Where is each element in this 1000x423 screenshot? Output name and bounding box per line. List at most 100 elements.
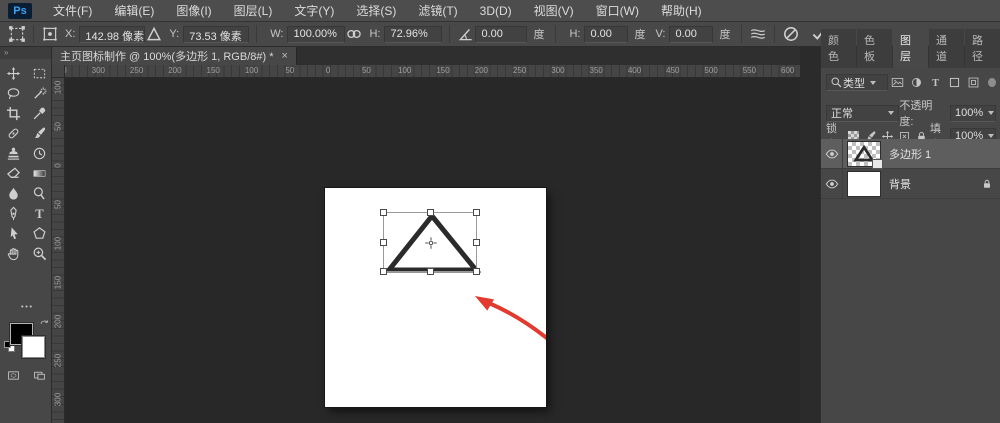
type-layer-filter-icon[interactable]: T [926,74,945,91]
blur-icon[interactable] [0,183,26,203]
menu-item-11[interactable]: 帮助(H) [650,0,713,22]
pixel-layer-filter-icon[interactable] [888,74,907,91]
quick-mask-icon[interactable] [6,369,21,382]
rotation-field[interactable]: 0.00 [475,26,527,43]
panel-tab-strip: 颜色色板图层通道路径 [821,47,1000,68]
panel-tab-图层[interactable]: 图层 [893,29,928,68]
transform-handle-sw[interactable] [380,268,387,275]
layer-name[interactable]: 背景 [889,176,911,192]
menu-item-7[interactable]: 滤镜(T) [407,0,468,22]
move-icon[interactable] [0,63,26,83]
warp-mode-icon[interactable] [749,25,767,43]
transform-handle-s[interactable] [427,268,434,275]
rectangular-marquee-icon[interactable] [26,63,52,83]
panel-tab-路径[interactable]: 路径 [965,29,1000,68]
panel-gutter [800,47,820,423]
separator [555,25,556,43]
shape-icon[interactable] [26,223,52,243]
layer-visibility-eye-icon[interactable] [821,169,843,199]
hand-icon[interactable] [0,243,26,263]
zoom-icon[interactable] [26,243,52,263]
menu-item-2[interactable]: 编辑(E) [103,0,165,22]
eraser-icon[interactable] [0,163,26,183]
panel-tab-颜色[interactable]: 颜色 [821,29,856,68]
blend-mode-dropdown[interactable]: 正常 [826,105,899,122]
transform-handle-nw[interactable] [380,209,387,216]
layer-visibility-eye-icon[interactable] [821,139,843,169]
layer-row[interactable]: 背景 [821,169,1000,199]
adjustment-layer-filter-icon[interactable] [907,74,926,91]
menu-item-3[interactable]: 图像(I) [165,0,222,22]
maintain-aspect-ratio-icon[interactable] [345,25,363,43]
clone-stamp-icon[interactable] [0,143,26,163]
height-scale-field[interactable]: 72.96% [384,26,442,43]
path-selection-icon[interactable] [0,223,26,243]
vertical-ruler[interactable]: 10050050100150200250300 [52,78,65,423]
menu-item-5[interactable]: 文字(Y) [283,0,345,22]
relative-position-delta-icon[interactable] [145,25,163,43]
reference-point-locator-icon[interactable] [41,25,59,43]
opacity-field[interactable]: 100% [950,105,996,122]
h-skew-field[interactable]: 0.00 [584,26,628,43]
background-color-swatch[interactable] [22,336,45,358]
document-tab[interactable]: 主页图标制作 @ 100%(多边形 1, RGB/8#) * × [52,47,297,65]
panel-tab-色板[interactable]: 色板 [857,29,892,68]
y-position-field[interactable]: 73.53 像素 [183,26,249,43]
x-position-field[interactable]: 142.98 像素 [79,26,145,43]
menu-item-8[interactable]: 3D(D) [469,0,523,22]
layer-row[interactable]: 多边形 1 [821,139,1000,169]
spot-healing-brush-icon[interactable] [0,123,26,143]
layer-thumbnail[interactable] [847,171,881,197]
swap-colors-icon[interactable] [39,317,50,328]
filter-kind-dropdown[interactable]: 类型 [826,74,888,91]
transform-handle-se[interactable] [473,268,480,275]
tool-panel-collapse[interactable]: » [0,47,51,59]
pen-icon[interactable] [0,203,26,223]
dodge-icon[interactable] [26,183,52,203]
transform-bounding-box[interactable] [383,212,477,272]
shape-layer-filter-icon[interactable] [945,74,964,91]
svg-text:T: T [35,207,44,221]
menu-item-10[interactable]: 窗口(W) [585,0,650,22]
horizontal-ruler[interactable]: 3503002502001501005005010015020025030035… [65,65,800,78]
gradient-icon[interactable] [26,163,52,183]
vruler-label: 0 [54,156,63,176]
transform-handle-e[interactable] [473,239,480,246]
panel-tab-通道[interactable]: 通道 [929,29,964,68]
crop-icon[interactable] [0,103,26,123]
layer-thumbnail[interactable] [847,141,881,167]
menu-item-6[interactable]: 选择(S) [345,0,407,22]
ruler-origin-corner[interactable] [52,65,65,78]
filtering-toggle[interactable] [988,78,996,87]
photoshop-window: Ps 文件(F)编辑(E)图像(I)图层(L)文字(Y)选择(S)滤镜(T)3D… [0,0,1000,423]
transform-reference-point-icon[interactable] [424,236,438,250]
menu-item-1[interactable]: 文件(F) [42,0,103,22]
separator [33,25,34,43]
menu-item-4[interactable]: 图层(L) [223,0,284,22]
smart-object-filter-icon[interactable] [964,74,983,91]
screen-mode-icon[interactable] [32,369,47,382]
canvas[interactable] [325,188,546,407]
v-skew-field[interactable]: 0.00 [669,26,713,43]
brush-icon[interactable] [26,123,52,143]
layers-list: 多边形 1 背景 [821,139,1000,199]
hruler-label: 350 [65,66,67,75]
more-tools-button[interactable] [0,299,52,314]
menu-item-9[interactable]: 视图(V) [523,0,585,22]
magic-wand-icon[interactable] [26,83,52,103]
type-icon[interactable]: T [26,203,52,223]
transform-handle-w[interactable] [380,239,387,246]
pasteboard[interactable] [65,78,800,423]
width-scale-field[interactable]: 100.00% [287,26,345,43]
history-brush-icon[interactable] [26,143,52,163]
layer-name[interactable]: 多边形 1 [889,146,931,162]
hruler-label: 0 [326,66,330,75]
eyedropper-icon[interactable] [26,103,52,123]
height-label: H: [369,28,380,40]
transform-handle-ne[interactable] [473,209,480,216]
lasso-icon[interactable] [0,83,26,103]
vruler-label: 300 [54,390,63,410]
transform-handle-n[interactable] [427,209,434,216]
cancel-transform-icon[interactable] [782,25,800,43]
close-document-icon[interactable]: × [282,50,288,62]
